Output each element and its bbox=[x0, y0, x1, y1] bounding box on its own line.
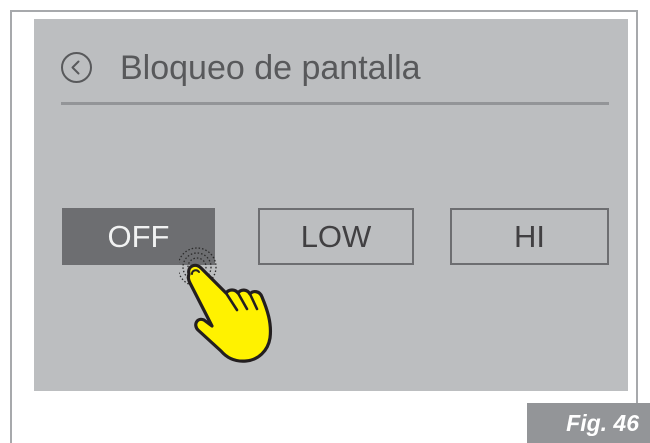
page-title: Bloqueo de pantalla bbox=[120, 49, 421, 87]
chevron-left-icon bbox=[71, 60, 80, 75]
figure-label: Fig. 46 bbox=[527, 403, 650, 443]
option-low-button[interactable]: LOW bbox=[258, 208, 414, 265]
option-hi-button[interactable]: HI bbox=[450, 208, 609, 265]
device-screen: Bloqueo de pantalla OFF LOW HI bbox=[34, 19, 628, 391]
title-divider bbox=[61, 102, 609, 105]
tapping-hand-icon bbox=[179, 247, 273, 363]
back-button[interactable] bbox=[61, 52, 92, 83]
